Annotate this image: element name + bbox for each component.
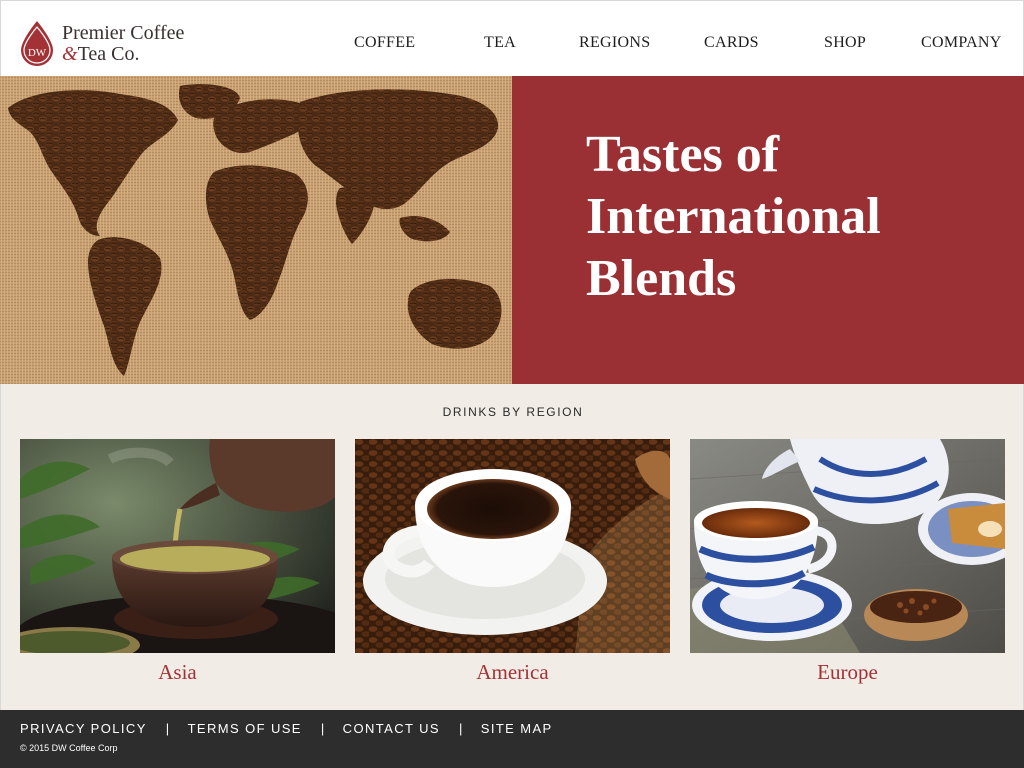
site-footer: PRIVACY POLICY | TERMS OF USE | CONTACT … [0, 710, 1024, 768]
footer-separator: | [320, 721, 326, 736]
asia-tea-image[interactable] [20, 439, 335, 653]
america-coffee-image[interactable] [355, 439, 670, 653]
europe-tea-image[interactable] [690, 439, 1005, 653]
hero-text-panel: Tastes of International Blends [512, 76, 1024, 384]
nav-item-tea[interactable]: TEA [484, 34, 516, 52]
region-card-europe[interactable]: Europe [690, 439, 1005, 685]
region-label-europe[interactable]: Europe [690, 660, 1005, 685]
site-header: DW Premier Coffee &Tea Co. COFFEE TEA RE… [0, 0, 1024, 76]
copyright-text: © 2015 DW Coffee Corp [20, 743, 118, 753]
footer-separator: | [458, 721, 464, 736]
region-card-america[interactable]: America [355, 439, 670, 685]
footer-link-contact-us[interactable]: CONTACT US [343, 721, 440, 736]
hero-banner: Tastes of International Blends [0, 76, 1024, 384]
region-label-asia[interactable]: Asia [20, 660, 335, 685]
hero-title: Tastes of International Blends [586, 126, 881, 307]
footer-links: PRIVACY POLICY | TERMS OF USE | CONTACT … [20, 721, 553, 736]
nav-item-cards[interactable]: CARDS [704, 34, 759, 52]
hero-coffee-bean-world-map-image [0, 76, 512, 384]
nav-item-regions[interactable]: REGIONS [579, 34, 650, 52]
footer-separator: | [165, 721, 171, 736]
nav-item-company[interactable]: COMPANY [921, 34, 1002, 52]
region-label-america[interactable]: America [355, 660, 670, 685]
region-card-asia[interactable]: Asia [20, 439, 335, 685]
footer-link-privacy-policy[interactable]: PRIVACY POLICY [20, 721, 147, 736]
footer-link-site-map[interactable]: SITE MAP [481, 721, 553, 736]
nav-item-coffee[interactable]: COFFEE [354, 34, 415, 52]
drinks-by-region-section: DRINKS BY REGION Asia America Europe [0, 384, 1024, 710]
section-heading: DRINKS BY REGION [442, 405, 584, 419]
footer-link-terms-of-use[interactable]: TERMS OF USE [188, 721, 302, 736]
main-nav: COFFEE TEA REGIONS CARDS SHOP COMPANY [1, 34, 1024, 56]
nav-item-shop[interactable]: SHOP [824, 34, 866, 52]
